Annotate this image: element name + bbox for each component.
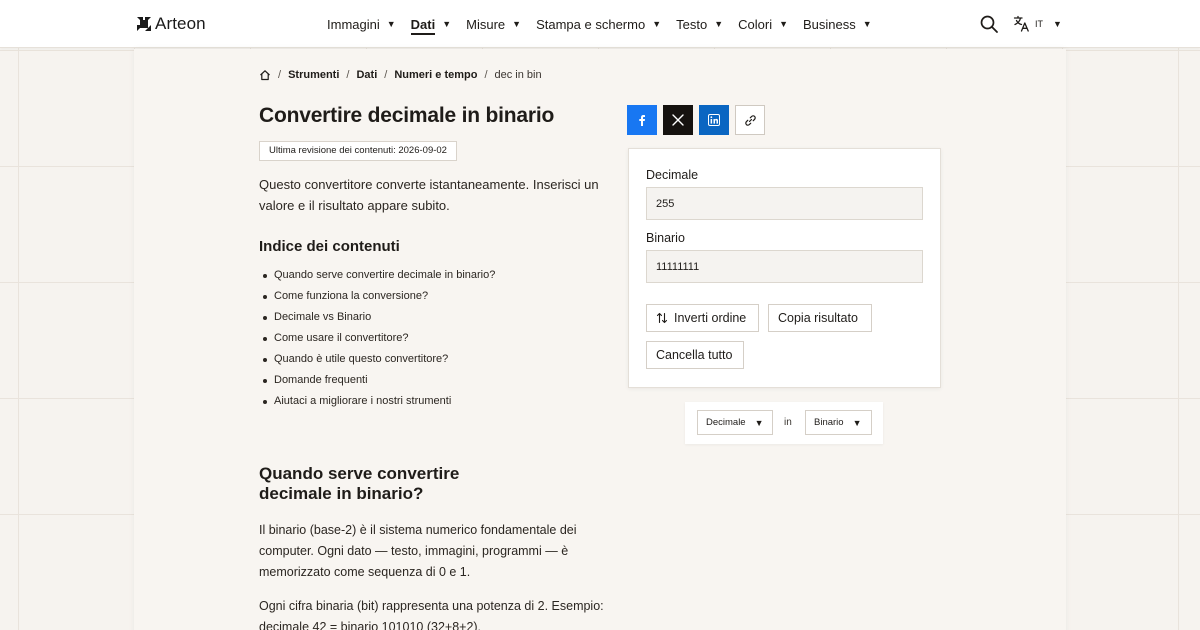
share-buttons <box>627 105 765 135</box>
nav-label: Stampa e schermo <box>536 16 646 32</box>
breadcrumb-separator: / <box>384 69 388 81</box>
toc-title: Indice dei contenuti <box>259 238 400 255</box>
translate-icon <box>1013 15 1029 32</box>
decimal-input[interactable] <box>646 187 923 220</box>
breadcrumb-separator: / <box>346 69 350 81</box>
section-paragraph: Il binario (base-2) è il sistema numeric… <box>259 523 577 579</box>
breadcrumb-item-numeri-e-tempo[interactable]: Numeri e tempo <box>394 69 477 81</box>
toc-item[interactable]: Decimale vs Binario <box>262 307 495 328</box>
nav-item-stampa-e-schermo[interactable]: Stampa e schermo ▼ <box>536 0 661 48</box>
nav-label: Business <box>803 16 856 32</box>
nav-label: Dati <box>410 16 436 32</box>
revision-badge: Ultima revisione dei contenuti: 2026-09-… <box>259 141 457 161</box>
converter-panel: Decimale Binario Inverti ordine Copia ri… <box>628 148 941 388</box>
toc-item[interactable]: Quando è utile questo convertitore? <box>262 349 495 370</box>
chevron-down-icon: ▼ <box>386 19 396 29</box>
toc-list: Quando serve convertire decimale in bina… <box>262 265 495 412</box>
nav-item-testo[interactable]: Testo ▼ <box>676 0 723 48</box>
copy-result-button[interactable]: Copia risultato <box>768 304 872 332</box>
from-unit-select[interactable]: Decimale ▼ <box>697 410 773 435</box>
section-title: Quando serve convertire decimale in bina… <box>259 464 460 503</box>
brand-logo[interactable]: Arteon <box>136 14 206 34</box>
nav-item-misure[interactable]: Misure ▼ <box>466 0 521 48</box>
main-nav: Immagini ▼ Dati ▼ Misure ▼ Stampa e sche… <box>327 0 887 48</box>
brand-logo-icon <box>137 17 151 31</box>
x-icon <box>672 114 684 126</box>
binary-output-label: Binario <box>646 231 685 245</box>
breadcrumb: / Strumenti / Dati / Numeri e tempo / de… <box>259 69 542 81</box>
toc-item[interactable]: Come usare il convertitore? <box>262 328 495 349</box>
share-linkedin-button[interactable] <box>699 105 729 135</box>
nav-item-business[interactable]: Business ▼ <box>803 0 872 48</box>
binary-output[interactable] <box>646 250 923 283</box>
breadcrumb-item-strumenti[interactable]: Strumenti <box>288 69 339 81</box>
unit-selector-bar: Decimale ▼ in Binario ▼ <box>685 402 883 444</box>
nav-item-colori[interactable]: Colori ▼ <box>738 0 788 48</box>
to-unit-select[interactable]: Binario ▼ <box>805 410 872 435</box>
chevron-down-icon: ▼ <box>852 417 862 428</box>
chevron-down-icon: ▼ <box>862 19 872 29</box>
link-icon <box>744 114 756 126</box>
breadcrumb-current: dec in bin <box>494 69 542 81</box>
top-navigation-bar: Arteon Immagini ▼ Dati ▼ Misure ▼ Stampa… <box>0 0 1200 48</box>
nav-item-immagini[interactable]: Immagini ▼ <box>327 0 396 48</box>
share-facebook-button[interactable] <box>627 105 657 135</box>
toc-item[interactable]: Come funziona la conversione? <box>262 286 495 307</box>
toc-item[interactable]: Quando serve convertire decimale in bina… <box>262 265 495 286</box>
decimal-input-label: Decimale <box>646 168 699 182</box>
from-unit-value: Decimale <box>706 417 746 428</box>
chevron-down-icon: ▼ <box>512 19 522 29</box>
linkedin-icon <box>708 114 720 126</box>
section-paragraph: Ogni cifra binaria (bit) rappresenta una… <box>259 599 604 630</box>
swap-order-button[interactable]: Inverti ordine <box>646 304 759 332</box>
chevron-down-icon: ▼ <box>754 417 764 428</box>
chevron-down-icon: ▼ <box>714 19 724 29</box>
nav-label: Testo <box>676 16 708 32</box>
swap-order-label: Inverti ordine <box>674 311 747 325</box>
chevron-down-icon: ▼ <box>652 19 662 29</box>
chevron-down-icon: ▼ <box>442 19 452 29</box>
nav-label: Immagini <box>327 16 380 32</box>
brand-name: Arteon <box>155 14 206 33</box>
language-selector[interactable]: IT ▼ <box>1013 15 1062 32</box>
share-x-button[interactable] <box>663 105 693 135</box>
unit-connector: in <box>784 417 792 428</box>
to-unit-value: Binario <box>814 417 844 428</box>
search-button[interactable] <box>979 14 999 34</box>
breadcrumb-item-dati[interactable]: Dati <box>356 69 377 81</box>
facebook-icon <box>639 115 645 126</box>
copy-link-button[interactable] <box>735 105 765 135</box>
language-code: IT <box>1035 18 1043 29</box>
breadcrumb-separator: / <box>278 69 282 81</box>
chevron-down-icon: ▼ <box>1053 18 1062 29</box>
toc-item[interactable]: Domande frequenti <box>262 370 495 391</box>
breadcrumb-separator: / <box>484 69 488 81</box>
clear-all-button[interactable]: Cancella tutto <box>646 341 744 369</box>
search-icon <box>980 15 998 33</box>
nav-item-dati[interactable]: Dati ▼ <box>410 0 452 48</box>
page-title: Convertire decimale in binario <box>259 104 555 127</box>
intro-text: Questo convertitore converte istantaneam… <box>259 177 599 213</box>
nav-label: Misure <box>466 16 506 32</box>
home-icon[interactable] <box>259 69 271 81</box>
swap-vertical-icon <box>656 312 668 324</box>
nav-label: Colori <box>738 16 773 32</box>
chevron-down-icon: ▼ <box>779 19 789 29</box>
toc-item[interactable]: Aiutaci a migliorare i nostri strumenti <box>262 391 495 412</box>
